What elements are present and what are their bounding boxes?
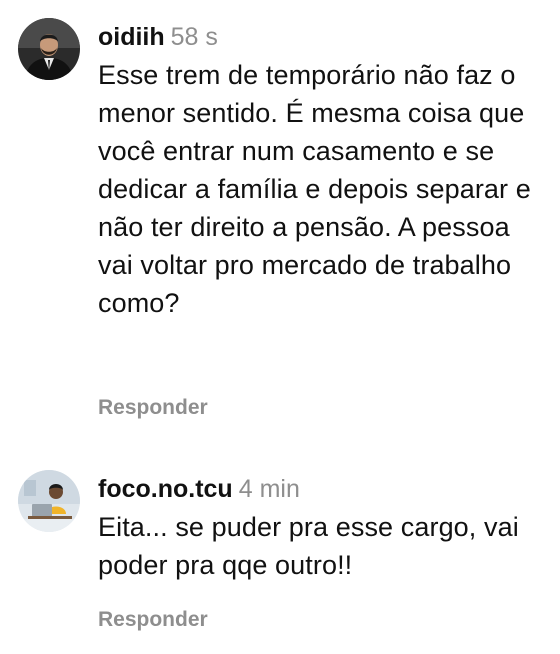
reply-button[interactable]: Responder [98,396,208,420]
comment-content: foco.no.tcu 4 min Eita... se puder pra es… [98,474,550,631]
avatar[interactable] [18,18,80,80]
comment-meta: oidiih 58 s [98,22,550,52]
man-in-suit-avatar-icon [18,18,80,80]
avatar[interactable] [18,470,80,532]
username-link[interactable]: foco.no.tcu [98,475,233,503]
comment-timestamp: 58 s [170,23,218,51]
comment-text: Esse trem de temporário não faz o menor … [98,60,531,318]
reply-button[interactable]: Responder [98,608,208,632]
comment-timestamp: 4 min [238,475,300,503]
comment-content: oidiih 58 s Esse trem de temporário não f… [98,22,550,419]
woman-studying-laptop-avatar-icon [18,470,80,532]
comment-text: Eita... se puder pra esse cargo, vai pod… [98,512,519,580]
comment-meta: foco.no.tcu 4 min [98,474,550,504]
username-link[interactable]: oidiih [98,23,165,51]
